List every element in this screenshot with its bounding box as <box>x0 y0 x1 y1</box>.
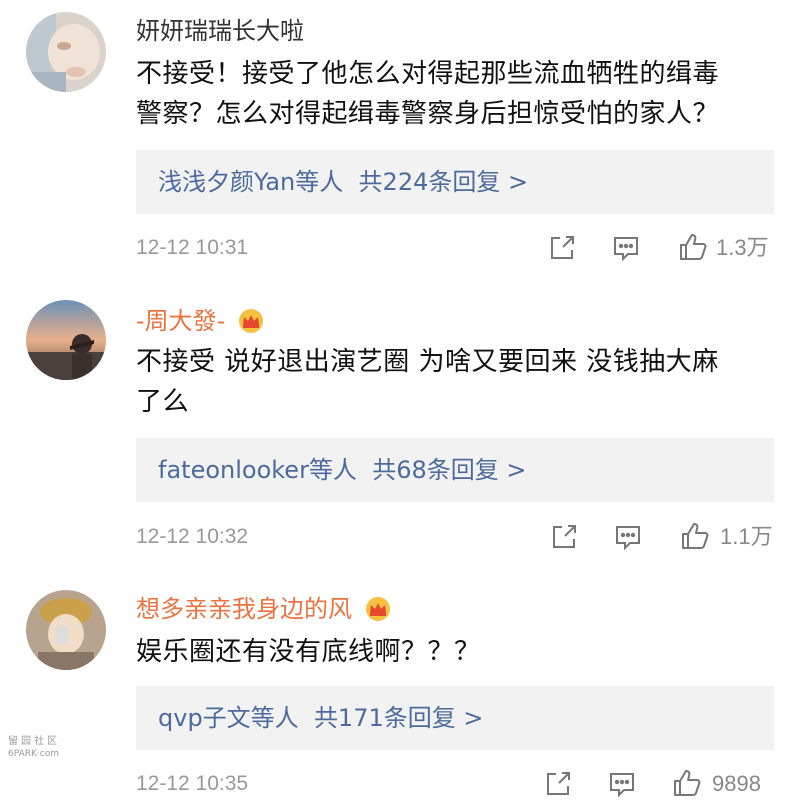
username[interactable]: -周大發- <box>136 304 265 343</box>
comment-icon[interactable] <box>612 234 640 266</box>
reply-count: 共224条回复 > <box>358 168 529 196</box>
reply-summary[interactable]: 浅浅夕颜Yan等人 共224条回复 > <box>136 150 774 214</box>
comment-text: 娱乐圈还有没有底线啊？？？ <box>136 632 776 672</box>
like-count: 1.3万 <box>716 235 769 260</box>
comment-icon[interactable] <box>608 770 636 802</box>
watermark: 留园社区 6PARK·com <box>8 736 60 760</box>
watermark-line: 6PARK·com <box>8 749 59 759</box>
comment-text-line: 了么 <box>136 387 190 417</box>
comment-text-line: 警察？怎么对得起缉毒警察身后担惊受怕的家人？ <box>136 99 720 129</box>
thumbs-up-icon[interactable] <box>678 232 708 266</box>
comment-meta: 12-12 10:35 9898 <box>136 766 776 802</box>
comment-text-line: 不接受 说好退出演艺圈 为啥又要回来 没钱抽大麻 <box>136 347 719 377</box>
comment-item: 妍妍瑞瑞长大啦 不接受！接受了他怎么对得起那些流血牺牲的缉毒 警察？怎么对得起缉… <box>0 0 800 280</box>
comment-meta: 12-12 10:31 1.3万 <box>136 230 776 266</box>
comment-meta: 12-12 10:32 1.1万 <box>136 519 776 555</box>
comment-text-line: 不接受！接受了他怎么对得起那些流血牺牲的缉毒 <box>136 59 720 89</box>
reply-link[interactable]: 浅浅夕颜Yan等人 共224条回复 > <box>158 150 528 214</box>
reply-users: 浅浅夕颜Yan等人 <box>158 168 344 196</box>
username-text: -周大發- <box>136 307 226 335</box>
crown-icon <box>237 308 265 343</box>
comment-item: -周大發- 不接受 说好退出演艺圈 为啥又要回来 没钱抽大麻 了么 fateon… <box>0 290 800 570</box>
avatar[interactable] <box>26 12 106 92</box>
reply-count: 共171条回复 > <box>313 704 484 732</box>
reply-users: fateonlooker等人 <box>158 456 357 484</box>
comment-text: 不接受！接受了他怎么对得起那些流血牺牲的缉毒 警察？怎么对得起缉毒警察身后担惊受… <box>136 54 776 134</box>
comment-item: 想多亲亲我身边的风 娱乐圈还有没有底线啊？？？ qvp子文等人 共171条回复 … <box>0 580 800 812</box>
like-count: 9898 <box>712 771 761 796</box>
username[interactable]: 妍妍瑞瑞长大啦 <box>136 14 304 48</box>
thumbs-up-icon[interactable] <box>672 768 702 802</box>
comment-text: 不接受 说好退出演艺圈 为啥又要回来 没钱抽大麻 了么 <box>136 342 776 422</box>
reply-users: qvp子文等人 <box>158 704 299 732</box>
reply-link[interactable]: fateonlooker等人 共68条回复 > <box>158 438 526 502</box>
reply-link[interactable]: qvp子文等人 共171条回复 > <box>158 686 483 750</box>
timestamp: 12-12 10:35 <box>136 772 249 795</box>
reply-summary[interactable]: qvp子文等人 共171条回复 > <box>136 686 774 750</box>
share-icon[interactable] <box>550 523 578 555</box>
avatar[interactable] <box>26 300 106 380</box>
timestamp: 12-12 10:32 <box>136 525 249 548</box>
username-text: 想多亲亲我身边的风 <box>136 595 352 623</box>
username[interactable]: 想多亲亲我身边的风 <box>136 592 392 631</box>
watermark-line: 留园社区 <box>8 736 60 747</box>
thumbs-up-icon[interactable] <box>680 521 710 555</box>
crown-icon <box>364 596 392 631</box>
comment-text-line: 娱乐圈还有没有底线啊？？？ <box>136 637 481 667</box>
reply-summary[interactable]: fateonlooker等人 共68条回复 > <box>136 438 774 502</box>
avatar[interactable] <box>26 590 106 670</box>
timestamp: 12-12 10:31 <box>136 236 249 259</box>
share-icon[interactable] <box>548 234 576 266</box>
comment-icon[interactable] <box>614 523 642 555</box>
share-icon[interactable] <box>544 770 572 802</box>
like-count: 1.1万 <box>720 524 773 549</box>
reply-count: 共68条回复 > <box>372 456 527 484</box>
